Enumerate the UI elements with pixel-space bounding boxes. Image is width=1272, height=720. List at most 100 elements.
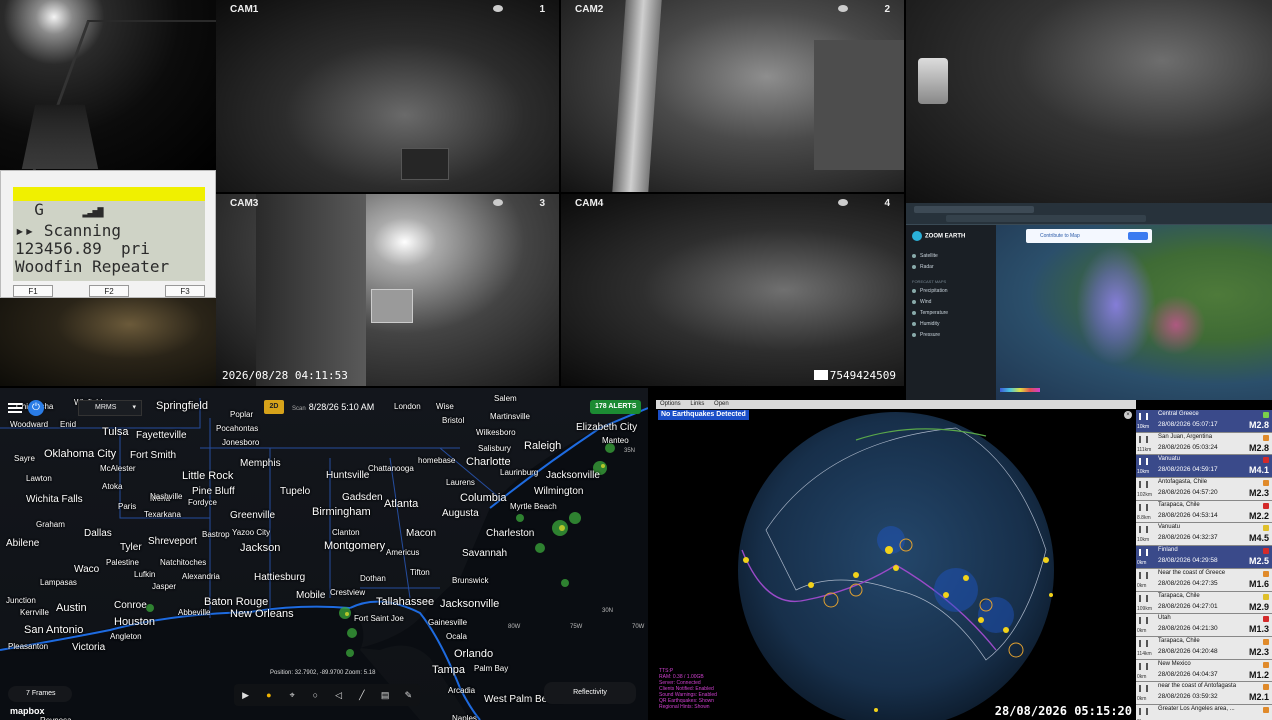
contribute-banner[interactable]: Contribute to Map bbox=[1026, 229, 1152, 243]
cam3-feed[interactable]: CAM3 3 bbox=[216, 194, 559, 386]
layer-label: Precipitation bbox=[920, 288, 948, 294]
quake-place: Antofagasta, Chile bbox=[1158, 479, 1208, 486]
quake-magnitude: M1.6 bbox=[1248, 578, 1269, 589]
ir-camera-feed bbox=[906, 0, 1272, 203]
quake-magnitude: M1.2 bbox=[1248, 669, 1269, 680]
city-label: Naples bbox=[452, 714, 477, 720]
quake-magnitude: M2.3 bbox=[1248, 646, 1269, 657]
quake-list-item[interactable]: 114km Tarapaca, Chile 28/08/2026 04:20:48 M… bbox=[1136, 636, 1272, 660]
scanner-lcd-highlight bbox=[13, 187, 205, 201]
quake-list-item[interactable]: 10km Vanuatu 28/08/2026 04:59:17 M4.1 bbox=[1136, 455, 1272, 479]
quake-list-item[interactable]: 8.8km Tarapaca, Chile 28/08/2026 04:53:14 M… bbox=[1136, 500, 1272, 524]
quake-list-item[interactable]: 0km Utah 28/08/2026 04:21:30 M1.3 bbox=[1136, 614, 1272, 637]
depth-bar-icon bbox=[1139, 662, 1148, 670]
frames-select[interactable]: 7 Frames bbox=[8, 686, 72, 702]
layer-temperature[interactable]: Temperature bbox=[912, 308, 990, 319]
city-label: Junction bbox=[6, 596, 36, 605]
quake-list-item[interactable]: 111km San Juan, Argentina 28/08/2026 05:03… bbox=[1136, 432, 1272, 456]
cam-number: 2 bbox=[884, 4, 890, 15]
region-flag-icon bbox=[1263, 502, 1269, 509]
hamburger-menu-icon[interactable] bbox=[8, 403, 22, 413]
city-label: Pine Bluff bbox=[192, 486, 235, 497]
pencil-icon[interactable]: ✎ bbox=[403, 690, 413, 700]
city-label: Laurens bbox=[446, 478, 475, 487]
city-label: Savannah bbox=[462, 548, 508, 559]
quake-list-item[interactable]: 102km Antofagasta, Chile 28/08/2026 04:57:… bbox=[1136, 478, 1272, 501]
layer-wind[interactable]: Wind bbox=[912, 297, 990, 308]
ruler-icon[interactable]: ╱ bbox=[357, 690, 367, 700]
cam4-feed[interactable]: CAM4 4 bbox=[561, 194, 904, 386]
region-flag-icon bbox=[1263, 434, 1269, 441]
f3-button[interactable]: F3 bbox=[165, 285, 205, 297]
grid-label: 75W bbox=[570, 624, 583, 630]
city-label: Shreveport bbox=[148, 536, 197, 547]
earthquake-globe-window: Options Links Open No Earthquakes Detect… bbox=[656, 400, 1136, 720]
layer-precipitation[interactable]: Precipitation bbox=[912, 286, 990, 297]
quake-list-item[interactable]: 10km Vanuatu 28/08/2026 04:32:37 M4.5 bbox=[1136, 523, 1272, 547]
cam2-feed[interactable]: CAM2 2 bbox=[561, 0, 904, 192]
f1-button[interactable]: F1 bbox=[13, 285, 53, 297]
city-label: Jacksonville bbox=[546, 470, 600, 481]
crosshair-icon[interactable]: ⌖ bbox=[287, 690, 297, 700]
scanner-row-3: 123456.89 pri bbox=[13, 240, 205, 258]
alerts-badge[interactable]: 178 ALERTS bbox=[590, 400, 642, 414]
weather-radar-map[interactable]: WinfieldChickashaSpringfieldLondonSalemB… bbox=[0, 388, 648, 720]
drawing-toolbar: ▶ ● ⌖ ○ ◁ ╱ ▤ ✎ bbox=[234, 684, 420, 706]
f2-button[interactable]: F2 bbox=[89, 285, 129, 297]
camera-housing bbox=[918, 58, 948, 104]
quake-list-item[interactable]: 0kmGreater Los Angeles area, ... bbox=[1136, 704, 1272, 720]
nav-label: Satellite bbox=[920, 253, 938, 259]
earthquake-list: 10km Central Greece 28/08/2026 05:07:17 M2.… bbox=[1136, 410, 1272, 720]
quake-magnitude: M1.3 bbox=[1248, 624, 1269, 635]
city-label: Yazoo City bbox=[232, 528, 271, 537]
cam-label: CAM1 bbox=[230, 4, 259, 15]
quake-list-item[interactable]: 0km Near the coast of Greece 28/08/2026 04… bbox=[1136, 568, 1272, 592]
quake-list-item[interactable]: 0km Finland 28/08/2026 04:29:58 M2.5 bbox=[1136, 546, 1272, 569]
city-label: Abbeville bbox=[178, 608, 211, 617]
address-bar[interactable] bbox=[946, 215, 1146, 222]
nav-radar[interactable]: Radar bbox=[912, 262, 990, 273]
system-status: TTS:P RAM: 0.38 / 1.00GB Server: Connected… bbox=[659, 668, 717, 710]
quake-magnitude: M2.2 bbox=[1248, 510, 1269, 521]
layer-select[interactable]: Reflectivity bbox=[544, 682, 636, 704]
view-mode-button[interactable]: 2D bbox=[264, 400, 284, 414]
layer-humidity[interactable]: Humidity bbox=[912, 319, 990, 330]
circle-icon[interactable]: ○ bbox=[310, 690, 320, 700]
city-label: Clanton bbox=[332, 528, 360, 537]
zoom-earth-map[interactable] bbox=[996, 225, 1272, 400]
city-label: Woodward bbox=[10, 420, 49, 429]
map-icon[interactable]: ▤ bbox=[380, 690, 390, 700]
product-select[interactable]: MRMS ▾ bbox=[78, 400, 142, 416]
city-label: Kerrville bbox=[20, 608, 49, 617]
nav-satellite[interactable]: Satellite bbox=[912, 251, 990, 262]
power-icon[interactable]: ⏻ bbox=[28, 400, 44, 416]
polygon-icon[interactable]: ◁ bbox=[334, 690, 344, 700]
play-icon[interactable]: ▶ bbox=[241, 690, 251, 700]
location-pin-icon[interactable]: ● bbox=[264, 690, 274, 700]
browser-tab[interactable] bbox=[914, 206, 1034, 213]
banner-button[interactable] bbox=[1128, 232, 1148, 240]
quake-depth: 0km bbox=[1137, 696, 1147, 703]
quake-depth: 0km bbox=[1137, 628, 1147, 635]
cctv-timestamp: 2026/08/28 04:11:53 bbox=[222, 369, 348, 382]
region-flag-icon bbox=[1263, 480, 1269, 487]
cam-label: CAM2 bbox=[575, 4, 604, 15]
city-label: Wichita Falls bbox=[26, 494, 83, 505]
globe[interactable] bbox=[656, 400, 1136, 720]
city-label: Arcadia bbox=[448, 686, 476, 695]
scan-label: Scan bbox=[292, 406, 306, 412]
quake-time: 28/08/2026 04:59:17 bbox=[1158, 466, 1218, 474]
cam1-feed[interactable]: CAM1 1 bbox=[216, 0, 559, 192]
quake-list-item[interactable]: 0km New Mexico 28/08/2026 04:04:37 M1.2 bbox=[1136, 659, 1272, 683]
scanner-lcd: G ▂▃▅▇ ▸▸ Scanning 123456.89 pri Woodfin… bbox=[13, 187, 205, 281]
cloud-layer bbox=[1076, 245, 1156, 365]
quake-place: Central Greece bbox=[1158, 411, 1199, 417]
city-label: Tallahassee bbox=[376, 596, 435, 608]
city-label: Memphis bbox=[240, 458, 281, 469]
quake-list-item[interactable]: 10km Central Greece 28/08/2026 05:07:17 M2.… bbox=[1136, 410, 1272, 433]
layer-pressure[interactable]: Pressure bbox=[912, 330, 990, 341]
city-label: Greenville bbox=[230, 510, 276, 521]
quake-list-item[interactable]: 109km Tarapaca, Chile 28/08/2026 04:27:01 M… bbox=[1136, 591, 1272, 615]
depth-bar-icon bbox=[1139, 413, 1148, 420]
quake-list-item[interactable]: 0km near the coast of Antofagasta 28/08/20… bbox=[1136, 682, 1272, 705]
